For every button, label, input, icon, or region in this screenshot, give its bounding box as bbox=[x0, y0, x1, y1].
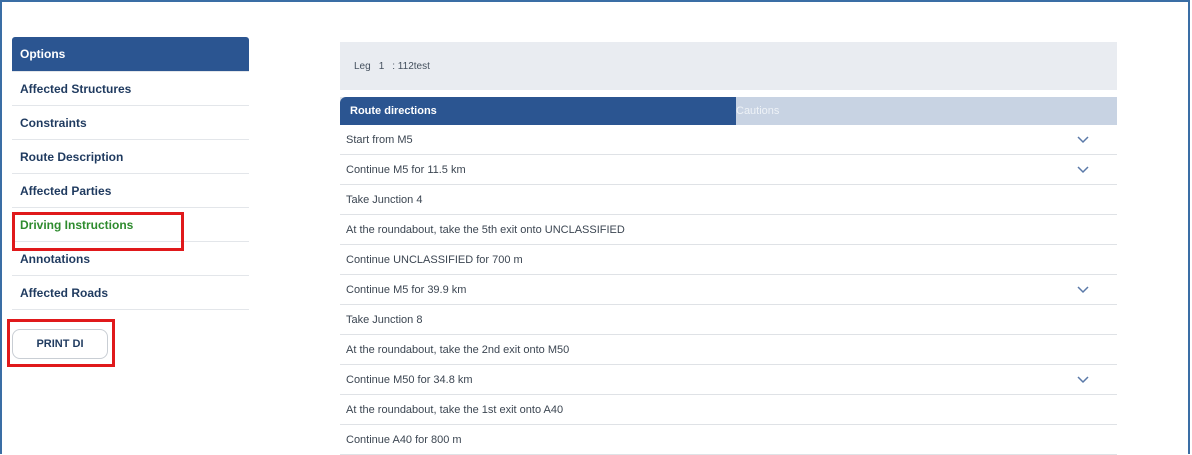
direction-text: Take Junction 4 bbox=[346, 193, 423, 206]
sidebar-item-annotations[interactable]: Annotations bbox=[12, 242, 249, 276]
direction-text: Continue M5 for 11.5 km bbox=[346, 163, 466, 176]
sidebar-item-route-description[interactable]: Route Description bbox=[12, 140, 249, 174]
direction-row: Take Junction 4 bbox=[340, 185, 1117, 215]
sidebar-item-affected-roads[interactable]: Affected Roads bbox=[12, 276, 249, 310]
chevron-down-icon[interactable] bbox=[1077, 135, 1089, 145]
directions-list: Start from M5 Continue M5 for 11.5 km Take… bbox=[340, 125, 1117, 455]
direction-text: Continue A40 for 800 m bbox=[346, 433, 462, 446]
direction-text: Start from M5 bbox=[346, 133, 413, 146]
direction-text: Continue M5 for 39.9 km bbox=[346, 283, 467, 296]
sidebar-item-driving-instructions[interactable]: Driving Instructions bbox=[12, 208, 249, 242]
chevron-down-icon[interactable] bbox=[1077, 285, 1089, 295]
tab-bar: Route directions Cautions bbox=[340, 97, 1117, 125]
sidebar-item-affected-structures[interactable]: Affected Structures bbox=[12, 72, 249, 106]
chevron-down-icon[interactable] bbox=[1077, 375, 1089, 385]
sidebar: Options Affected Structures Constraints … bbox=[12, 37, 249, 310]
sidebar-item-options[interactable]: Options bbox=[12, 37, 249, 72]
tab-route-directions[interactable]: Route directions bbox=[340, 97, 736, 125]
direction-text: Continue M50 for 34.8 km bbox=[346, 373, 473, 386]
direction-text: At the roundabout, take the 1st exit ont… bbox=[346, 403, 564, 416]
leg-label: Leg bbox=[354, 60, 371, 72]
direction-row[interactable]: Start from M5 bbox=[340, 125, 1117, 155]
direction-text: Take Junction 8 bbox=[346, 313, 423, 326]
leg-number: 1 bbox=[378, 60, 385, 72]
direction-row[interactable]: Continue M5 for 11.5 km bbox=[340, 155, 1117, 185]
chevron-down-icon[interactable] bbox=[1077, 165, 1089, 175]
direction-text: At the roundabout, take the 5th exit ont… bbox=[346, 223, 625, 236]
direction-row: Continue A40 for 800 m bbox=[340, 425, 1117, 455]
tab-cautions[interactable]: Cautions bbox=[736, 97, 1117, 125]
direction-row: At the roundabout, take the 2nd exit ont… bbox=[340, 335, 1117, 365]
direction-text: Continue UNCLASSIFIED for 700 m bbox=[346, 253, 523, 266]
direction-row[interactable]: Continue M5 for 39.9 km bbox=[340, 275, 1117, 305]
direction-row[interactable]: Continue M50 for 34.8 km bbox=[340, 365, 1117, 395]
leg-name: : 112test bbox=[392, 60, 430, 72]
sidebar-item-affected-parties[interactable]: Affected Parties bbox=[12, 174, 249, 208]
print-di-button[interactable]: PRINT DI bbox=[12, 329, 108, 359]
direction-row: Continue UNCLASSIFIED for 700 m bbox=[340, 245, 1117, 275]
direction-row: At the roundabout, take the 5th exit ont… bbox=[340, 215, 1117, 245]
direction-text: At the roundabout, take the 2nd exit ont… bbox=[346, 343, 570, 356]
direction-row: At the roundabout, take the 1st exit ont… bbox=[340, 395, 1117, 425]
direction-row: Take Junction 8 bbox=[340, 305, 1117, 335]
sidebar-item-constraints[interactable]: Constraints bbox=[12, 106, 249, 140]
leg-header: Leg 1 : 112test bbox=[340, 42, 1117, 90]
